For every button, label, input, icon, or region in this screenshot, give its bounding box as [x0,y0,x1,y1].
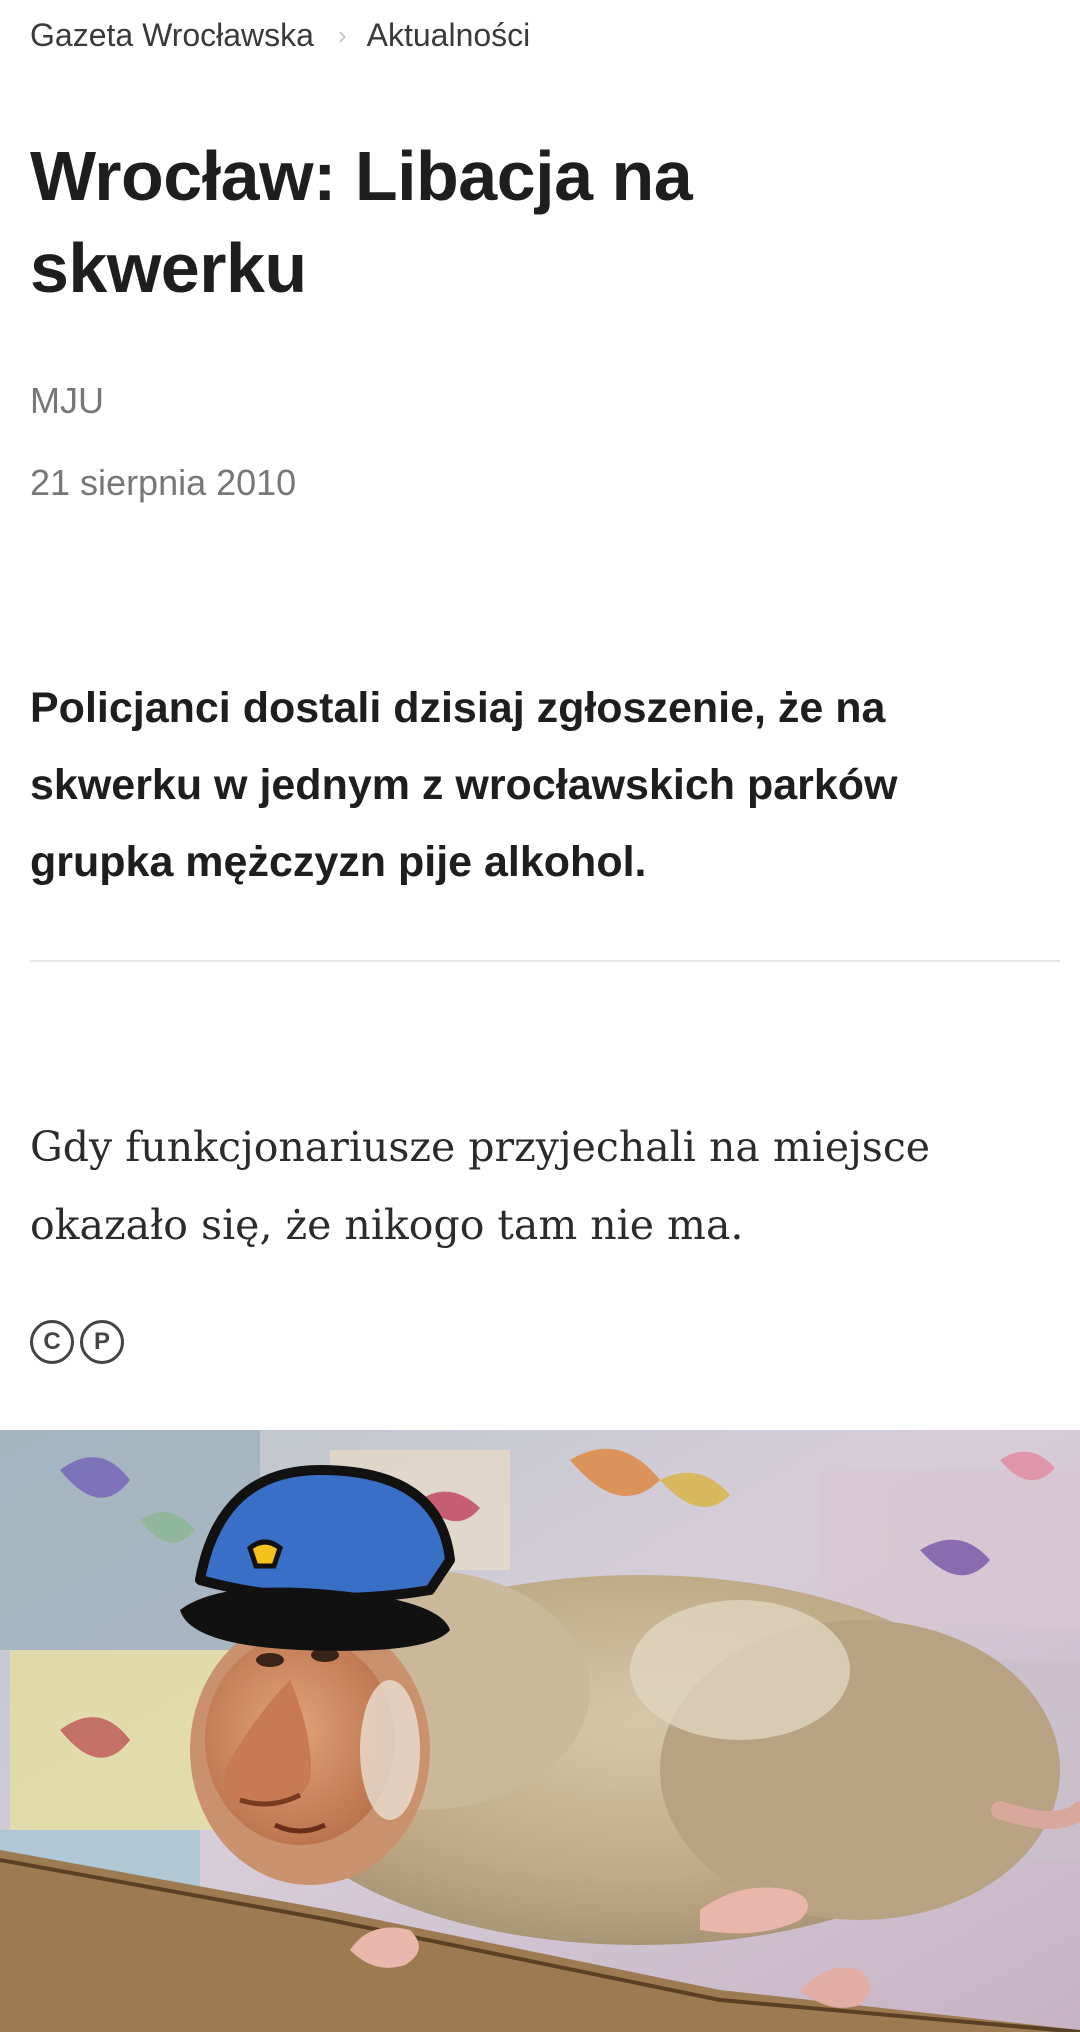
license-icons: C P [30,1320,124,1364]
meme-photo [0,1430,1080,2032]
copyright-icon: C [30,1320,74,1364]
article-body: Gdy funkcjonariusze przyjechali na miejs… [30,1123,931,1249]
breadcrumb-site-link[interactable]: Gazeta Wrocławska [30,17,314,54]
press-icon: P [80,1320,124,1364]
article-date: 21 sierpnia 2010 [30,462,297,503]
breadcrumb-separator-icon: › [337,19,347,50]
breadcrumb: Gazeta Wrocławska › Aktualności [30,12,530,58]
article-title: Wrocław: Libacja na skwerku [30,137,693,307]
breadcrumb-section-link[interactable]: Aktualności [367,17,531,54]
article-lead: Policjanci dostali dzisiaj zgłoszenie, ż… [30,684,898,886]
monkey-face [190,1615,430,1885]
divider [30,960,1060,962]
article-author[interactable]: MJU [30,380,104,422]
article: Gazeta Wrocławska › Aktualności Wrocław:… [0,0,1080,1428]
